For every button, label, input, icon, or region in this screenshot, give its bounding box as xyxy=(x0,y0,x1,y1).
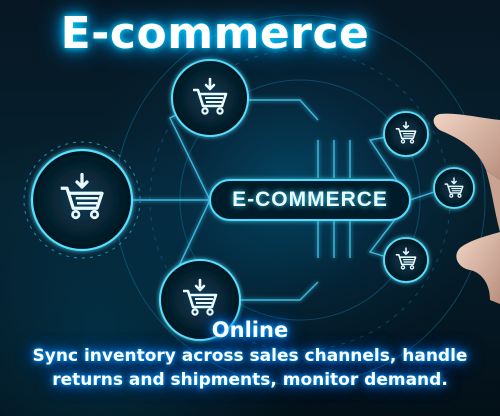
center-label: E-COMMERCE xyxy=(232,188,388,211)
caption-block: Online Sync inventory across sales chann… xyxy=(0,316,500,392)
ecommerce-banner: E-commerce E-COMMERCE Online Sync invent… xyxy=(0,0,500,416)
cart-node-left xyxy=(23,141,141,259)
subtitle: Online xyxy=(211,318,289,342)
cart-node-top xyxy=(171,59,249,137)
description-line-2: returns and shipments, monitor demand. xyxy=(52,370,448,390)
cart-node-right-bottom xyxy=(383,237,429,283)
description-line-1: Sync inventory across sales channels, ha… xyxy=(32,346,468,366)
hand-icon xyxy=(433,113,500,304)
cart-node-right-top xyxy=(383,111,429,157)
page-title: E-commerce xyxy=(60,8,370,59)
cart-node-right-middle xyxy=(433,167,475,209)
